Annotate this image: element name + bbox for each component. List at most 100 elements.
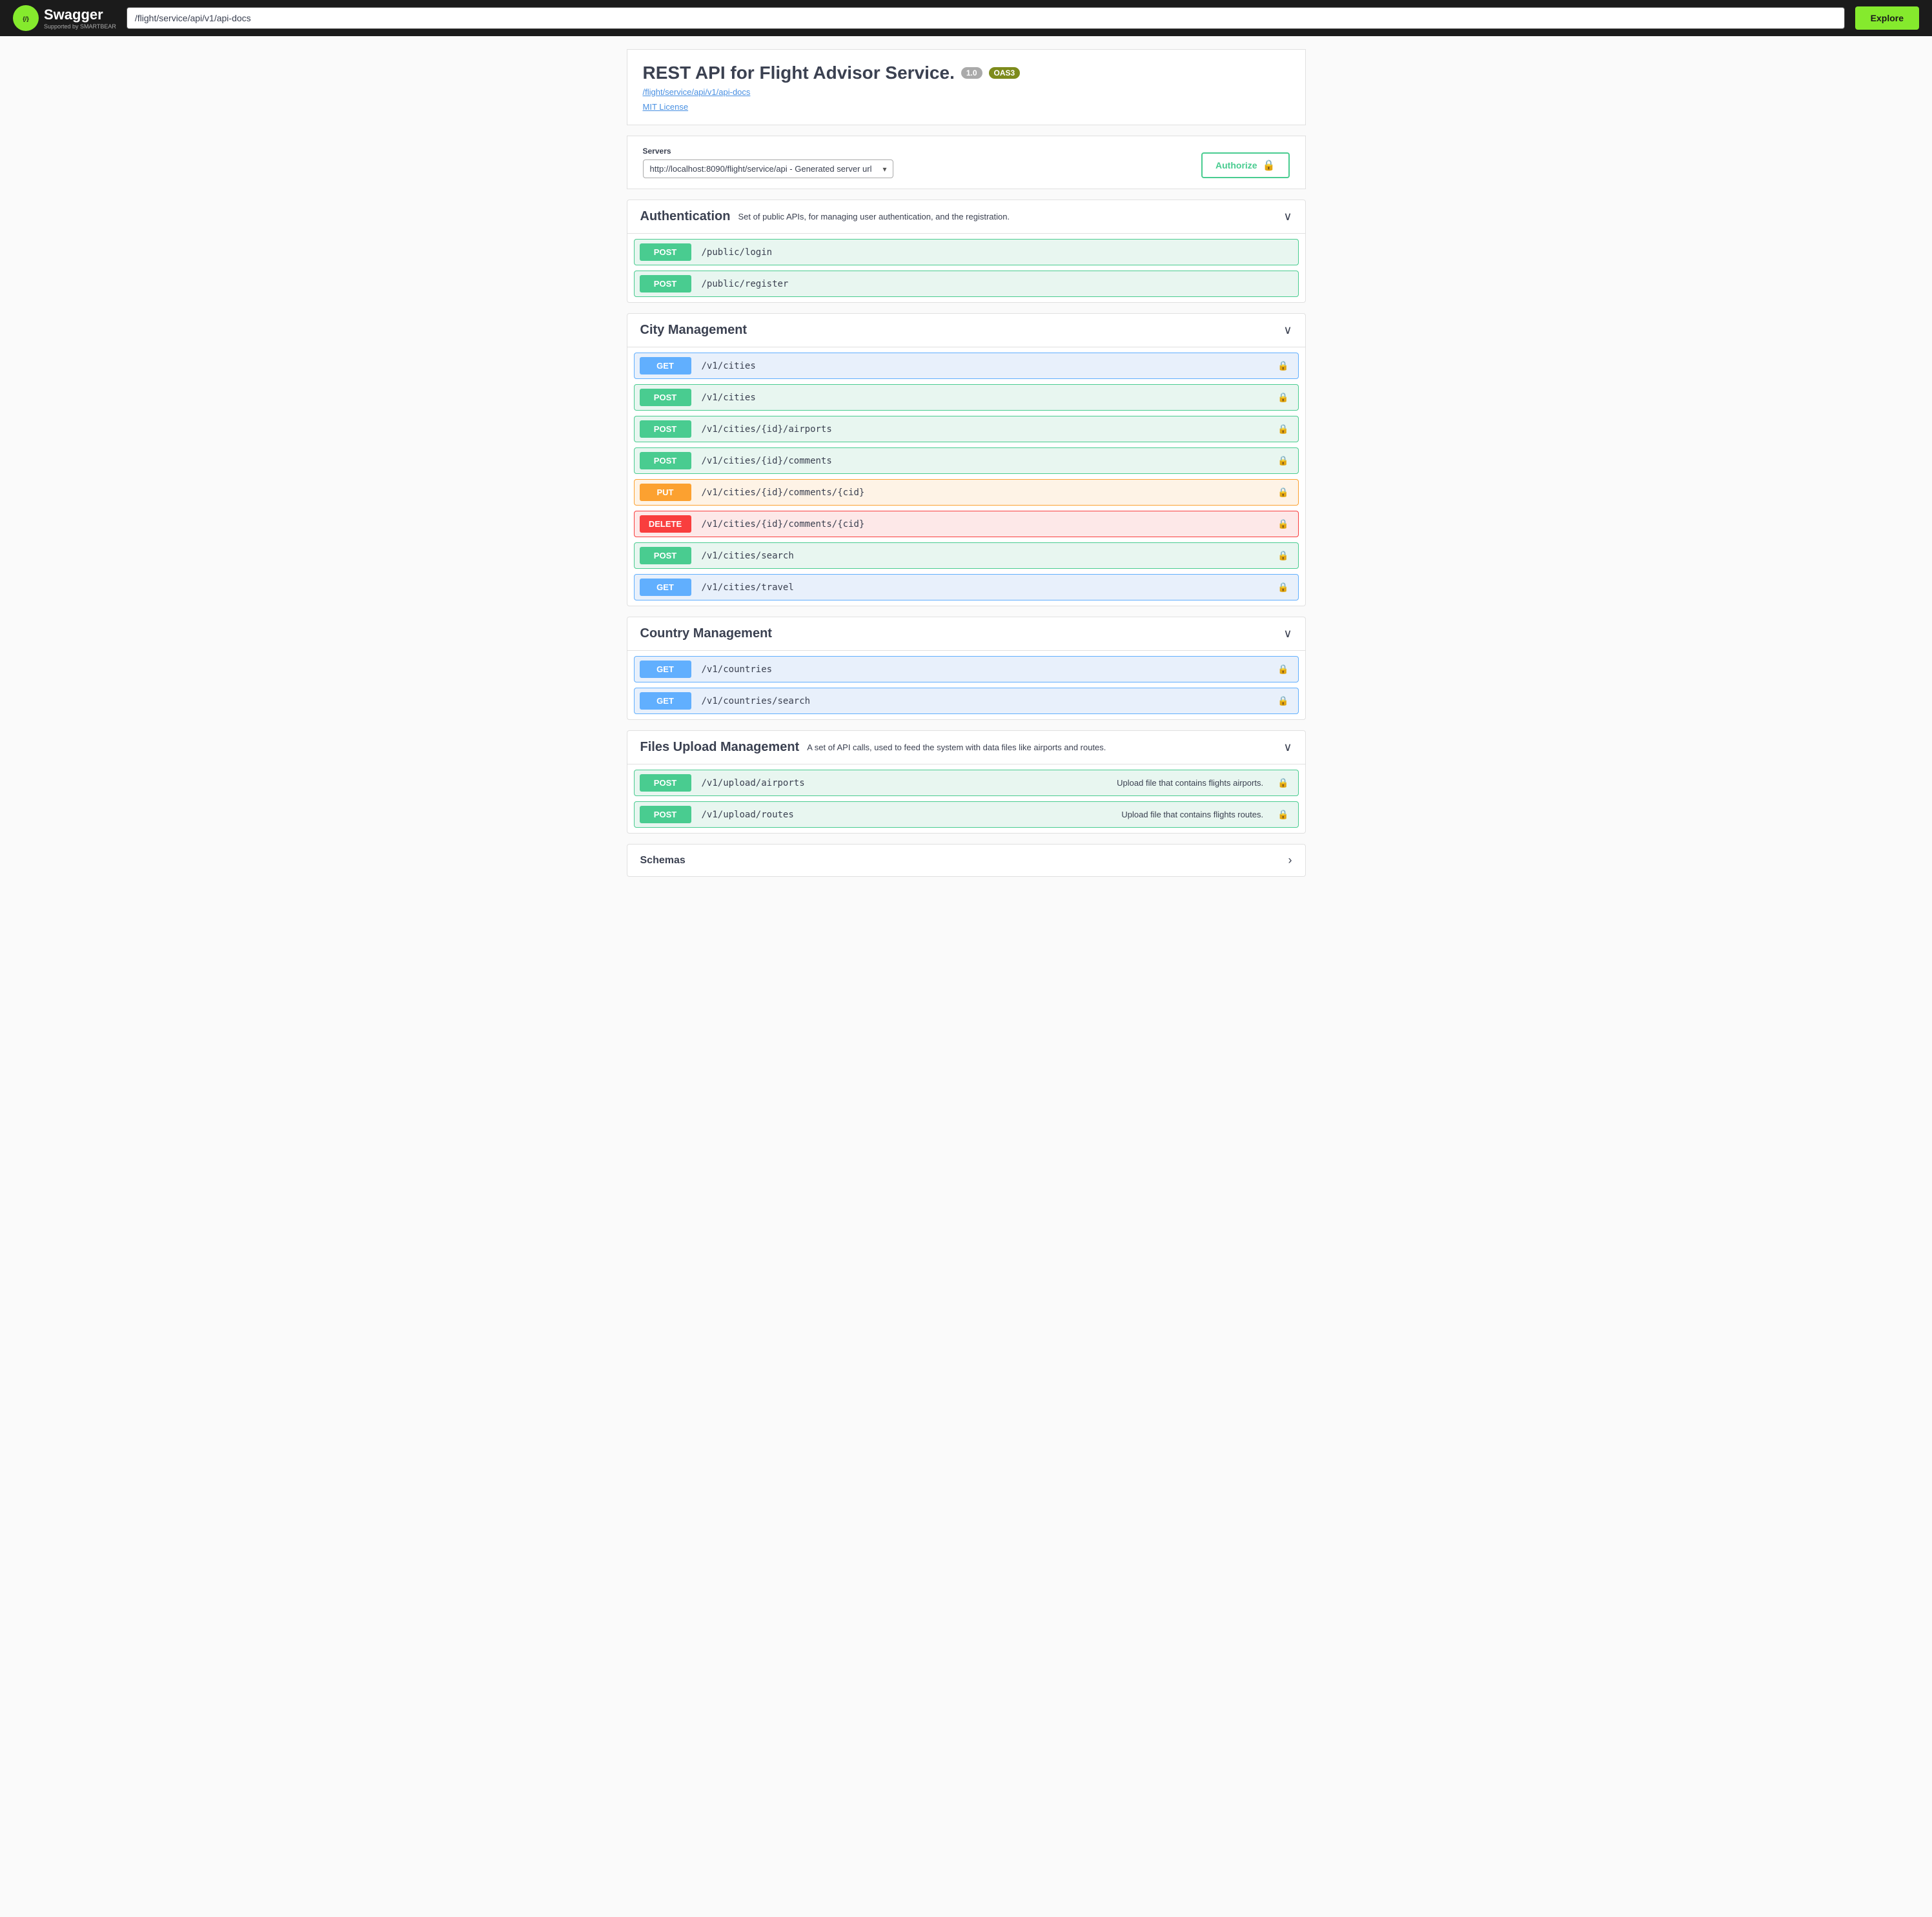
method-badge: POST <box>640 452 691 469</box>
endpoint-path: /v1/cities <box>697 386 1269 409</box>
endpoint-lock-icon: 🔒 <box>1268 771 1297 795</box>
endpoint-path: /v1/upload/airports <box>697 772 1117 795</box>
endpoint-lock-icon: 🔒 <box>1268 575 1297 599</box>
method-badge: POST <box>640 420 691 438</box>
api-title-block: REST API for Flight Advisor Service. 1.0… <box>627 49 1306 125</box>
version-badge: 1.0 <box>961 67 982 79</box>
servers-label: Servers <box>643 147 893 156</box>
schemas-header[interactable]: Schemas › <box>627 845 1305 876</box>
section-title-row: City Management <box>640 323 747 338</box>
method-badge: DELETE <box>640 515 691 533</box>
method-badge: POST <box>640 389 691 406</box>
servers-select[interactable]: http://localhost:8090/flight/service/api… <box>643 159 893 178</box>
section-city-management: City Management∨GET/v1/cities🔒POST/v1/ci… <box>627 313 1306 606</box>
section-title-text: Authentication <box>640 209 731 224</box>
method-badge: POST <box>640 275 691 292</box>
section-chevron-icon: ∨ <box>1283 627 1292 641</box>
authorize-label: Authorize <box>1215 160 1257 170</box>
endpoint-path: /v1/cities/{id}/comments/{cid} <box>697 481 1269 504</box>
swagger-brand: Swagger Supported by SMARTBEAR <box>44 6 116 30</box>
explore-button[interactable]: Explore <box>1855 6 1919 30</box>
endpoint-lock-icon: 🔒 <box>1268 544 1297 568</box>
endpoint-lock-icon: 🔒 <box>1268 689 1297 713</box>
svg-text:{/}: {/} <box>23 15 29 22</box>
endpoint-post--v1-upload-airports[interactable]: POST/v1/upload/airportsUpload file that … <box>634 770 1299 796</box>
method-badge: POST <box>640 547 691 564</box>
endpoint-description: Upload file that contains flights routes… <box>1121 810 1268 819</box>
method-badge: GET <box>640 692 691 710</box>
section-authentication: Authentication Set of public APIs, for ma… <box>627 200 1306 303</box>
endpoint-lock-icon: 🔒 <box>1268 657 1297 681</box>
endpoint-path: /public/login <box>697 241 1298 264</box>
section-header-city-management[interactable]: City Management ∨ <box>627 314 1305 347</box>
endpoint-post--v1-cities-id-airports[interactable]: POST/v1/cities/{id}/airports🔒 <box>634 416 1299 442</box>
endpoint-path: /v1/cities/{id}/airports <box>697 418 1269 441</box>
servers-block: Servers http://localhost:8090/flight/ser… <box>627 136 1306 189</box>
method-badge: GET <box>640 357 691 374</box>
endpoint-path: /v1/cities/travel <box>697 576 1269 599</box>
method-badge: PUT <box>640 484 691 501</box>
endpoint-lock-icon: 🔒 <box>1268 512 1297 536</box>
section-title-row: Country Management <box>640 626 772 641</box>
endpoint-post--v1-cities-id-comments[interactable]: POST/v1/cities/{id}/comments🔒 <box>634 447 1299 474</box>
endpoint-post--v1-cities-search[interactable]: POST/v1/cities/search🔒 <box>634 542 1299 569</box>
oas-badge: OAS3 <box>989 67 1021 79</box>
endpoint-path: /v1/cities <box>697 354 1269 378</box>
endpoint-path: /v1/cities/{id}/comments/{cid} <box>697 513 1269 536</box>
section-desc-text: A set of API calls, used to feed the sys… <box>807 743 1106 752</box>
method-badge: POST <box>640 774 691 792</box>
endpoint-post--v1-upload-routes[interactable]: POST/v1/upload/routesUpload file that co… <box>634 801 1299 828</box>
endpoint-post--public-login[interactable]: POST/public/login <box>634 239 1299 265</box>
sections-container: Authentication Set of public APIs, for ma… <box>627 200 1306 834</box>
endpoint-path: /public/register <box>697 272 1298 296</box>
endpoint-lock-icon: 🔒 <box>1268 449 1297 473</box>
api-title-row: REST API for Flight Advisor Service. 1.0… <box>643 63 1290 83</box>
section-files-upload: Files Upload Management A set of API call… <box>627 730 1306 834</box>
schemas-title: Schemas <box>640 855 686 866</box>
section-title-text: Files Upload Management <box>640 740 800 755</box>
endpoint-post--v1-cities[interactable]: POST/v1/cities🔒 <box>634 384 1299 411</box>
section-chevron-icon: ∨ <box>1283 323 1292 337</box>
method-badge: GET <box>640 661 691 678</box>
section-title-text: City Management <box>640 323 747 338</box>
page-content: REST API for Flight Advisor Service. 1.0… <box>611 36 1321 900</box>
authorize-button[interactable]: Authorize 🔒 <box>1201 152 1289 178</box>
section-header-authentication[interactable]: Authentication Set of public APIs, for ma… <box>627 200 1305 234</box>
endpoint-delete--v1-cities-id-comments-cid[interactable]: DELETE/v1/cities/{id}/comments/{cid}🔒 <box>634 511 1299 537</box>
endpoint-path: /v1/upload/routes <box>697 803 1122 826</box>
section-chevron-icon: ∨ <box>1283 741 1292 754</box>
endpoint-lock-icon: 🔒 <box>1268 385 1297 409</box>
section-chevron-icon: ∨ <box>1283 210 1292 223</box>
swagger-sub: Supported by SMARTBEAR <box>44 23 116 30</box>
section-desc-text: Set of public APIs, for managing user au… <box>738 212 1010 221</box>
section-country-management: Country Management∨GET/v1/countries🔒GET/… <box>627 617 1306 720</box>
endpoint-lock-icon: 🔒 <box>1268 417 1297 441</box>
endpoint-path: /v1/countries <box>697 658 1269 681</box>
method-badge: GET <box>640 579 691 596</box>
schemas-chevron-icon: › <box>1288 854 1292 867</box>
servers-select-wrapper: http://localhost:8090/flight/service/api… <box>643 159 893 178</box>
endpoint-lock-icon: 🔒 <box>1268 480 1297 504</box>
endpoint-put--v1-cities-id-comments-cid[interactable]: PUT/v1/cities/{id}/comments/{cid}🔒 <box>634 479 1299 506</box>
servers-left: Servers http://localhost:8090/flight/ser… <box>643 147 893 178</box>
endpoint-path: /v1/cities/search <box>697 544 1269 568</box>
endpoint-lock-icon: 🔒 <box>1268 803 1297 826</box>
top-header: {/} Swagger Supported by SMARTBEAR Explo… <box>0 0 1932 36</box>
endpoint-get--v1-cities-travel[interactable]: GET/v1/cities/travel🔒 <box>634 574 1299 600</box>
section-header-country-management[interactable]: Country Management ∨ <box>627 617 1305 651</box>
section-header-files-upload[interactable]: Files Upload Management A set of API call… <box>627 731 1305 764</box>
swagger-name: Swagger <box>44 6 103 23</box>
api-url-input[interactable] <box>127 7 1845 29</box>
endpoint-lock-icon: 🔒 <box>1268 354 1297 378</box>
endpoint-get--v1-cities[interactable]: GET/v1/cities🔒 <box>634 353 1299 379</box>
logo-area: {/} Swagger Supported by SMARTBEAR <box>13 5 116 31</box>
endpoint-path: /v1/cities/{id}/comments <box>697 449 1269 473</box>
endpoint-path: /v1/countries/search <box>697 690 1269 713</box>
endpoint-post--public-register[interactable]: POST/public/register <box>634 271 1299 297</box>
api-url-link[interactable]: /flight/service/api/v1/api-docs <box>643 87 1290 97</box>
schemas-section: Schemas › <box>627 844 1306 877</box>
api-title: REST API for Flight Advisor Service. <box>643 63 955 83</box>
mit-license-link[interactable]: MIT License <box>643 102 689 112</box>
endpoint-get--v1-countries[interactable]: GET/v1/countries🔒 <box>634 656 1299 682</box>
endpoint-get--v1-countries-search[interactable]: GET/v1/countries/search🔒 <box>634 688 1299 714</box>
